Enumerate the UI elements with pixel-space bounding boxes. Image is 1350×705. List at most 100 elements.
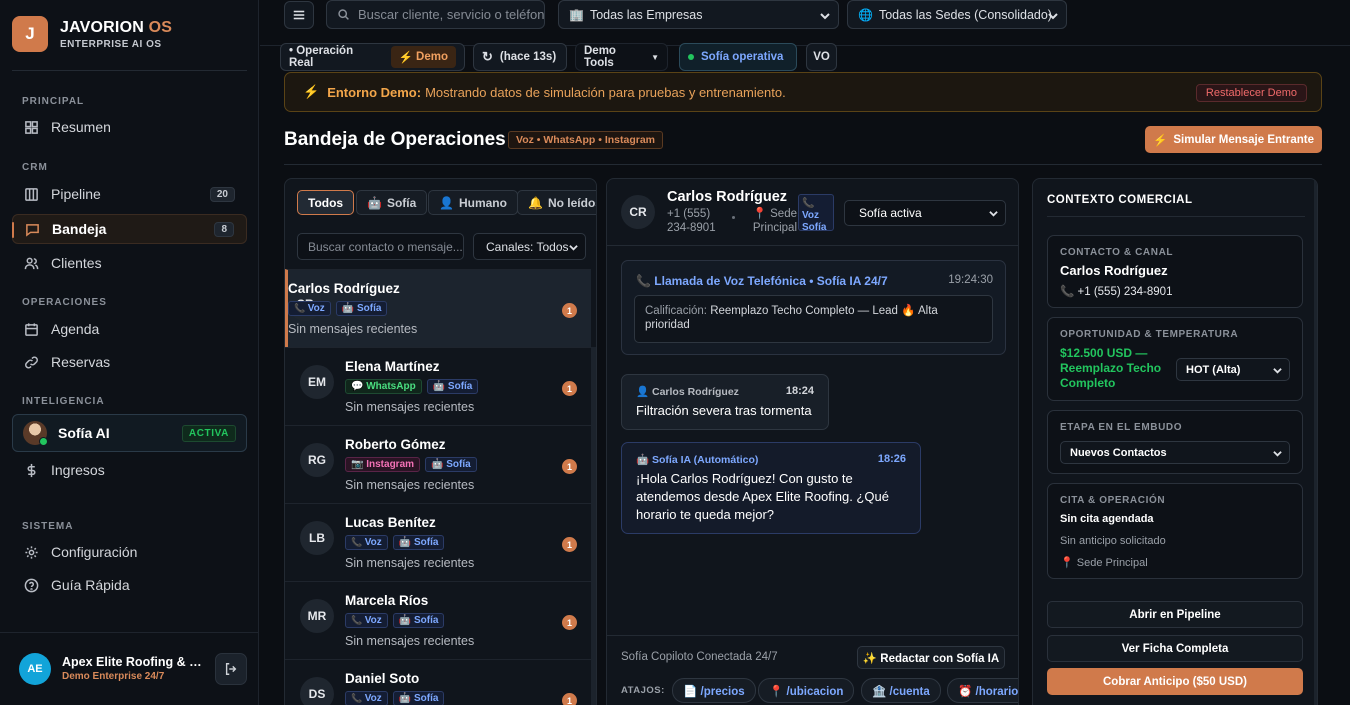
message-bubble-ai: 🤖 Sofía IA (Automático) 18:26 ¡Hola Carl… <box>621 442 921 534</box>
chat-contact-phone: +1 (555) 234-8901 <box>667 208 716 234</box>
chat-contact-sede: 📍 Sede Principal <box>752 208 797 234</box>
user-avatar-button[interactable]: VO <box>806 43 837 71</box>
shortcut-precios[interactable]: 📄 /precios <box>672 678 756 703</box>
message-sender: 🤖 Sofía IA (Automático) <box>636 454 759 466</box>
separator-dot <box>732 216 735 219</box>
conversation-row[interactable]: RG Roberto Gómez 📷 Instagram 🤖 Sofía Sin men… <box>285 425 591 503</box>
sofia-status-badge: ACTIVA <box>181 424 236 442</box>
sidebar-item-agenda[interactable]: Agenda <box>12 314 247 344</box>
open-pipeline-button[interactable]: Abrir en Pipeline <box>1047 601 1303 628</box>
person-icon: 👤 <box>439 195 454 210</box>
conversation-list-panel: Todos 🤖 Sofía 👤 Humano 🔔 No leídos Buscar c… <box>284 178 597 705</box>
channel-tags: Voz 🤖 Sofía <box>288 301 388 316</box>
sidebar-item-sofia-ai[interactable]: Sofía AI ACTIVA <box>12 414 247 452</box>
sidebar-item-label: Configuración <box>51 544 138 560</box>
chevron-down-icon <box>569 245 578 251</box>
logout-button[interactable] <box>215 653 247 685</box>
channel-tags: 💬 WhatsApp 🤖 Sofía <box>345 379 479 394</box>
person-icon: 👤 <box>636 386 652 398</box>
channel-tag: Voz <box>288 301 331 316</box>
sidebar-item-guia[interactable]: Guía Rápida <box>12 570 247 600</box>
conversation-row[interactable]: LB Lucas Benítez Voz 🤖 Sofía Sin mensajes re… <box>285 503 591 581</box>
message-preview: Sin mensajes recientes <box>345 478 475 492</box>
chat-mode-select[interactable]: Sofía activa <box>844 200 1006 226</box>
sidebar-item-reservas[interactable]: Reservas <box>12 347 247 377</box>
conversation-row[interactable]: DSDaniel SotoVoz🤖 SofíaSin mensajes reci… <box>285 659 591 705</box>
header-divider <box>284 164 1322 165</box>
channel-filter-value: Canales: Todos <box>486 239 569 254</box>
contact-card: CONTACTO & CANAL Carlos Rodríguez 📞 +1 (… <box>1047 235 1303 308</box>
menu-button[interactable] <box>284 1 314 29</box>
columns-icon <box>25 187 38 201</box>
status-dot-icon <box>688 54 694 60</box>
contact-name: Lucas Benítez <box>345 515 436 530</box>
contact-name: Roberto Gómez <box>345 437 446 452</box>
demo-mode-button[interactable]: ⚡ Demo <box>390 46 456 68</box>
demo-tools-dropdown[interactable]: Demo Tools ▼ <box>575 43 668 71</box>
sidebar-item-label: Bandeja <box>52 221 107 237</box>
scrollbar[interactable] <box>1314 179 1317 705</box>
stage-select[interactable]: Nuevos Contactos <box>1060 441 1290 464</box>
filter-humano[interactable]: 👤 Humano <box>428 190 518 215</box>
branch-select[interactable]: 🌐 Todas las Sedes (Consolidado) <box>847 0 1067 29</box>
simulate-message-button[interactable]: ⚡ Simular Mensaje Entrante <box>1145 126 1322 153</box>
message-preview: Sin mensajes recientes <box>345 634 475 648</box>
call-qualification: Calificación: Reemplazo Techo Completo —… <box>634 295 993 343</box>
building-icon: 🏢 <box>569 7 584 22</box>
card-header: CITA & OPERACIÓN <box>1060 495 1166 506</box>
global-search[interactable] <box>326 0 545 29</box>
refresh-button[interactable]: ↻ (hace 13s) <box>473 43 567 71</box>
shortcut-cuenta[interactable]: 🏦 /cuenta <box>861 678 941 703</box>
reset-demo-button[interactable]: Restablecer Demo <box>1195 84 1307 102</box>
conversation-row[interactable]: MR Marcela Ríos Voz 🤖 Sofía Sin mensajes rec… <box>285 581 591 659</box>
shortcut-ubicacion[interactable]: 📍 /ubicacion <box>758 678 855 703</box>
sidebar-item-bandeja[interactable]: Bandeja 8 <box>12 214 247 244</box>
scrollbar[interactable] <box>591 347 596 705</box>
channel-tag: 📷 Instagram <box>345 457 421 472</box>
contact-search-input[interactable]: Buscar contacto o mensaje... <box>297 233 464 260</box>
channel-filter-select[interactable]: Canales: Todos <box>473 233 586 260</box>
redact-with-ai-button[interactable]: ✨ Redactar con Sofía IA <box>857 646 1005 669</box>
chat-header: CR Carlos Rodríguez +1 (555) 234-8901 📍 … <box>607 179 1018 246</box>
conversation-row[interactable]: EM Elena Martínez 💬 WhatsApp 🤖 Sofía Sin men… <box>285 347 591 425</box>
globe-icon: 🌐 <box>858 7 873 22</box>
phone-icon: 📞 <box>802 198 815 209</box>
chat-mode-value: Sofía activa <box>859 206 922 220</box>
sidebar-item-configuracion[interactable]: Configuración <box>12 537 247 567</box>
calendar-icon <box>25 322 38 336</box>
operacion-real-button[interactable]: • Operación Real <box>289 45 381 69</box>
channel-tag: 🤖 Sofía <box>425 457 477 472</box>
conversation-row[interactable]: CRCarlos RodríguezVoz🤖 SofíaSin mensajes… <box>285 269 591 347</box>
channel-badge: 📞 Voz Sofía <box>798 194 834 233</box>
bolt-icon: ⚡ <box>303 84 320 99</box>
sidebar-item-pipeline[interactable]: Pipeline 20 <box>12 179 247 209</box>
sidebar-item-resumen[interactable]: Resumen <box>12 112 247 142</box>
contact-phone: 📞 +1 (555) 234-8901 <box>1060 286 1173 298</box>
charge-deposit-button[interactable]: Cobrar Anticipo ($50 USD) <box>1047 668 1303 695</box>
refresh-label: (hace 13s) <box>499 51 557 63</box>
chat-contact-name: Carlos Rodríguez <box>667 189 788 205</box>
dollar-icon <box>27 463 36 477</box>
bell-icon: 🔔 <box>528 195 543 210</box>
demo-tools-label: Demo Tools <box>584 45 616 69</box>
sidebar-item-ingresos[interactable]: Ingresos <box>12 455 247 485</box>
view-profile-button[interactable]: Ver Ficha Completa <box>1047 635 1303 662</box>
phone-icon: 📞 <box>636 274 655 288</box>
filter-no-leidos[interactable]: 🔔 No leídos <box>517 190 596 215</box>
call-time: 19:24:30 <box>948 274 993 286</box>
channel-tag: 🤖 Sofía <box>335 301 388 316</box>
sidebar-divider <box>12 70 247 71</box>
filter-sofia[interactable]: 🤖 Sofía <box>356 190 428 215</box>
section-operaciones: OPERACIONES <box>22 297 107 308</box>
opportunity-value: $12.500 USD — Reemplazo Techo Completo <box>1060 346 1162 390</box>
temperature-select[interactable]: HOT (Alta) <box>1176 358 1290 381</box>
shortcut-horario[interactable]: ⏰ /horario <box>947 678 1018 703</box>
company-select[interactable]: 🏢 Todas las Empresas <box>558 0 839 29</box>
message-time: 18:26 <box>877 453 906 465</box>
filter-todos[interactable]: Todos <box>297 190 355 215</box>
sidebar-item-clientes[interactable]: Clientes <box>12 248 247 278</box>
search-input[interactable] <box>358 7 544 22</box>
user-panel: AE Apex Elite Roofing & Construction Dem… <box>0 632 259 705</box>
sofia-status-pill[interactable]: Sofía operativa <box>679 43 797 71</box>
chevron-down-icon <box>820 10 830 20</box>
